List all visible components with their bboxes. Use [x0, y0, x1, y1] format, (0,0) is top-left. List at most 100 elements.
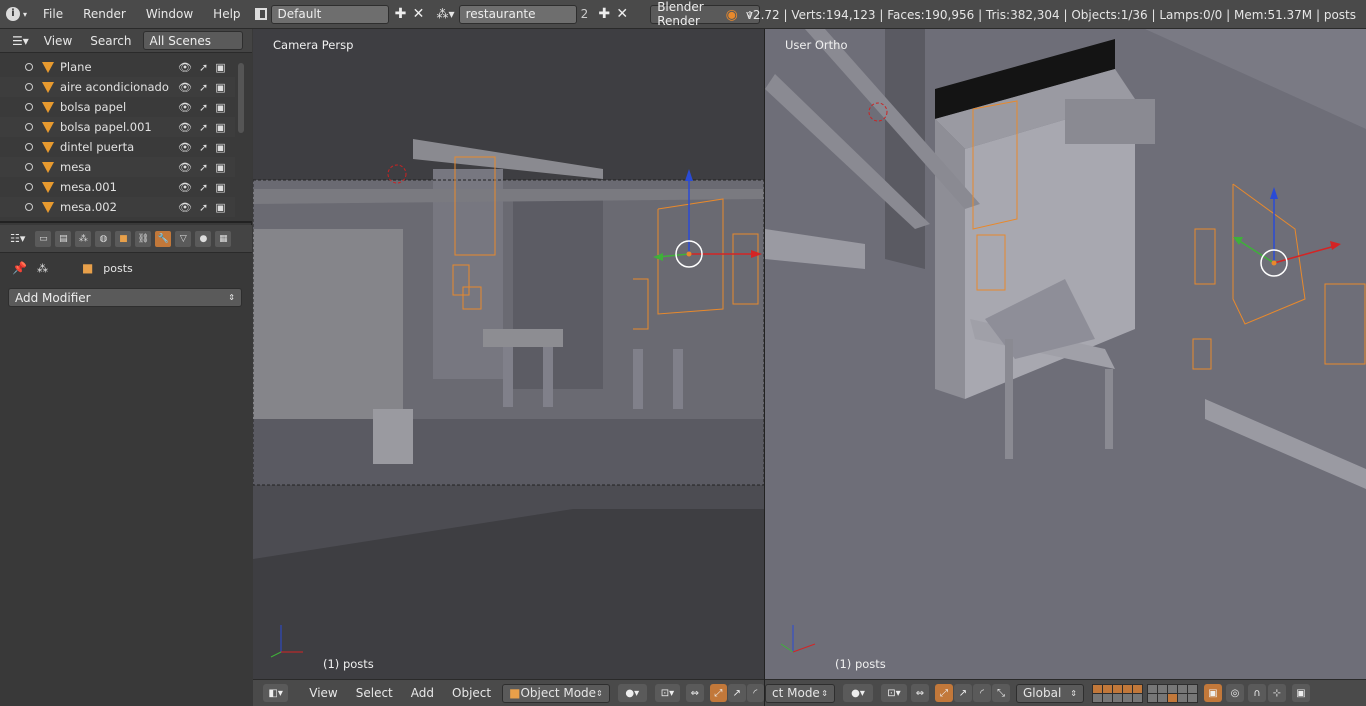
properties-editor-icon[interactable]: ☷▾: [10, 232, 25, 245]
cursor-icon[interactable]: ➚: [199, 201, 208, 214]
expand-icon[interactable]: [25, 123, 33, 131]
texture-tab-icon[interactable]: ▦: [215, 230, 232, 247]
eye-icon[interactable]: 👁: [178, 161, 192, 174]
menu-help[interactable]: Help: [203, 7, 250, 21]
camera-icon[interactable]: ▣: [215, 141, 225, 154]
data-tab-icon[interactable]: ▽: [175, 230, 192, 247]
layer-buttons-2[interactable]: [1147, 683, 1198, 703]
add-modifier-select[interactable]: Add Modifier ⇕: [8, 288, 242, 307]
world-tab-icon[interactable]: ◍: [95, 230, 112, 247]
scene-field[interactable]: restaurante: [458, 4, 577, 24]
cursor-icon[interactable]: ➚: [199, 61, 208, 74]
eye-icon[interactable]: 👁: [178, 201, 192, 214]
rotate-manipulator-icon[interactable]: ↗: [954, 684, 972, 702]
material-tab-icon[interactable]: ●: [195, 230, 212, 247]
cursor-icon[interactable]: ➚: [199, 101, 208, 114]
render-tab-icon[interactable]: ▭: [35, 230, 52, 247]
cursor-icon[interactable]: ➚: [199, 81, 208, 94]
camera-icon[interactable]: ▣: [215, 161, 225, 174]
snap-toggle-icon[interactable]: ∩: [1248, 684, 1266, 702]
outliner-row[interactable]: mesa.002 👁 ➚ ▣: [0, 197, 235, 217]
eye-icon[interactable]: 👁: [178, 121, 192, 134]
editor-type-3d-icon[interactable]: ◧▾: [263, 684, 289, 702]
camera-icon[interactable]: ▣: [215, 201, 225, 214]
eye-icon[interactable]: 👁: [178, 181, 192, 194]
eye-icon[interactable]: 👁: [178, 141, 192, 154]
editor-type-info[interactable]: i ▾: [0, 0, 33, 28]
translate-manipulator-icon[interactable]: ⤢: [935, 684, 953, 702]
expand-icon[interactable]: [25, 63, 33, 71]
remove-scene-icon[interactable]: ✕: [614, 6, 630, 22]
expand-icon[interactable]: [25, 163, 33, 171]
outliner-scrollbar[interactable]: [238, 63, 244, 133]
viewport-camera[interactable]: Camera Persp (1) posts: [253, 29, 764, 679]
outliner-row[interactable]: Plane 👁 ➚ ▣: [0, 57, 235, 77]
scale-manipulator-icon[interactable]: ◜: [746, 684, 764, 702]
cursor-icon[interactable]: ➚: [199, 141, 208, 154]
outliner-menu-search[interactable]: Search: [81, 34, 140, 48]
cursor-icon[interactable]: ➚: [199, 181, 208, 194]
proportional-edit-icon[interactable]: ◎: [1226, 684, 1244, 702]
camera-icon[interactable]: ▣: [215, 101, 225, 114]
layer-buttons[interactable]: [1092, 683, 1143, 703]
layers-tab-icon[interactable]: ▤: [55, 230, 72, 247]
pivot-icon[interactable]: ⊡▾: [654, 684, 681, 702]
cursor-icon[interactable]: ➚: [199, 121, 208, 134]
expand-icon[interactable]: [25, 103, 33, 111]
eye-icon[interactable]: 👁: [178, 81, 192, 94]
render-still-icon[interactable]: ▣: [1292, 684, 1310, 702]
menu-view[interactable]: View: [300, 686, 346, 700]
outliner-display-mode[interactable]: All Scenes: [142, 31, 243, 50]
add-screen-icon[interactable]: ✚: [393, 6, 409, 22]
outliner-row[interactable]: dintel puerta 👁 ➚ ▣: [0, 137, 235, 157]
outliner-row[interactable]: bolsa papel.001 👁 ➚ ▣: [0, 117, 235, 137]
cursor-icon[interactable]: ➚: [199, 161, 208, 174]
expand-icon[interactable]: [25, 183, 33, 191]
outliner-menu-view[interactable]: View: [35, 34, 81, 48]
rotate-manipulator-icon[interactable]: ↗: [728, 684, 746, 702]
outliner-editor-icon[interactable]: ☰▾: [0, 34, 35, 48]
eye-icon[interactable]: 👁: [178, 61, 192, 74]
camera-icon[interactable]: ▣: [215, 121, 225, 134]
menu-window[interactable]: Window: [136, 7, 203, 21]
shading-solid-icon[interactable]: ●▾: [843, 684, 873, 702]
transform-icon[interactable]: ⤡: [992, 684, 1010, 702]
remove-screen-icon[interactable]: ✕: [411, 6, 427, 22]
mode-select[interactable]: ct Mode ⇕: [765, 683, 835, 703]
lock-layers-icon[interactable]: ▣: [1204, 684, 1222, 702]
menu-file[interactable]: File: [33, 7, 73, 21]
menu-object[interactable]: Object: [443, 686, 500, 700]
manipulator-toggle-icon[interactable]: ⇔: [686, 684, 704, 702]
pin-icon[interactable]: 📌: [12, 261, 27, 275]
object-tab-icon[interactable]: ■: [115, 230, 132, 247]
mode-select[interactable]: ■ Object Mode ⇕: [502, 683, 610, 703]
transform-orientation-select[interactable]: Global ⇕: [1016, 683, 1084, 703]
outliner-row[interactable]: aire acondicionado 👁 ➚ ▣: [0, 77, 235, 97]
menu-render[interactable]: Render: [73, 7, 136, 21]
expand-icon[interactable]: [25, 143, 33, 151]
add-scene-icon[interactable]: ✚: [596, 6, 612, 22]
menu-select[interactable]: Select: [347, 686, 402, 700]
screen-layout-field[interactable]: Default: [270, 4, 389, 24]
manipulator-toggle-icon[interactable]: ⇔: [911, 684, 929, 702]
screen-layout-icon[interactable]: [251, 0, 271, 28]
pivot-icon[interactable]: ⊡▾: [881, 684, 907, 702]
camera-icon[interactable]: ▣: [215, 81, 225, 94]
camera-icon[interactable]: ▣: [215, 61, 225, 74]
expand-icon[interactable]: [25, 83, 33, 91]
outliner-row[interactable]: mesa 👁 ➚ ▣: [0, 157, 235, 177]
viewport-ortho[interactable]: User Ortho (1) posts: [765, 29, 1366, 679]
translate-manipulator-icon[interactable]: ⤢: [709, 684, 728, 702]
shading-solid-icon[interactable]: ●▾: [617, 684, 647, 702]
snap-element-icon[interactable]: ⊹: [1268, 684, 1286, 702]
eye-icon[interactable]: 👁: [178, 101, 192, 114]
modifiers-tab-icon[interactable]: 🔧: [155, 230, 172, 247]
scene-tab-icon[interactable]: ⁂: [75, 230, 92, 247]
constraints-tab-icon[interactable]: ⛓: [135, 230, 152, 247]
scale-manipulator-icon[interactable]: ◜: [973, 684, 991, 702]
camera-icon[interactable]: ▣: [215, 181, 225, 194]
outliner-row[interactable]: bolsa papel 👁 ➚ ▣: [0, 97, 235, 117]
expand-icon[interactable]: [25, 203, 33, 211]
outliner-row[interactable]: mesa.001 👁 ➚ ▣: [0, 177, 235, 197]
scene-icon[interactable]: ⁂▾: [427, 0, 459, 28]
